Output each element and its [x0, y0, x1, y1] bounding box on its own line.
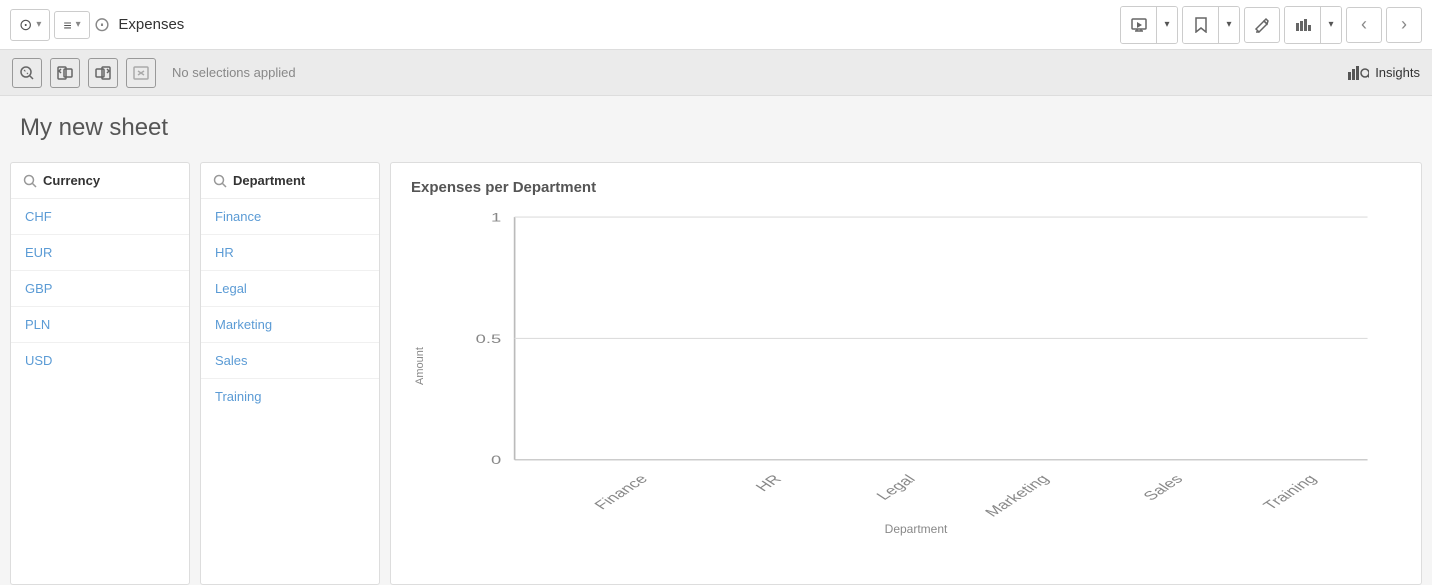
screen-chevron-button[interactable]: ▾	[1157, 7, 1177, 43]
app-title: ⊙ Expenses	[94, 12, 185, 37]
list-icon: ≡	[63, 17, 71, 33]
pencil-icon	[1254, 17, 1270, 33]
app-menu-button[interactable]: ⊙ ▾	[10, 9, 50, 41]
orbit-icon: ⊙	[19, 15, 32, 35]
back-selection-icon	[57, 66, 73, 80]
selection-tools: No selections applied	[12, 58, 296, 88]
smart-search-icon	[19, 65, 35, 81]
department-filter-label: Department	[233, 173, 305, 188]
app-name-label: Expenses	[118, 16, 184, 33]
chart-dropdown-icon: ▾	[1328, 19, 1333, 30]
toolbar-left: ⊙ ▾ ≡ ▾ ⊙ Expenses	[10, 9, 184, 41]
department-search-icon	[213, 174, 227, 188]
screen-icon	[1131, 18, 1147, 32]
svg-text:Legal: Legal	[873, 472, 919, 502]
insights-icon	[1347, 64, 1369, 82]
currency-filter-label: Currency	[43, 173, 100, 188]
chart-button[interactable]	[1285, 7, 1321, 43]
list-item[interactable]: Finance	[201, 199, 379, 235]
sheet-title: My new sheet	[20, 114, 1412, 142]
clear-selection-icon	[133, 66, 149, 80]
app-dots-icon: ⊙	[94, 12, 111, 37]
back-button[interactable]: ‹	[1346, 7, 1382, 43]
x-axis-label: Department	[885, 522, 948, 536]
svg-text:Sales: Sales	[1140, 472, 1187, 503]
back-selection-button[interactable]	[50, 58, 80, 88]
nav-list-button[interactable]: ≡ ▾	[54, 11, 89, 39]
currency-search-icon	[23, 174, 37, 188]
insights-button[interactable]: Insights	[1347, 64, 1420, 82]
forward-selection-button[interactable]	[88, 58, 118, 88]
currency-filter-header: Currency	[11, 163, 189, 199]
list-item[interactable]: Sales	[201, 343, 379, 379]
svg-text:0: 0	[491, 454, 502, 467]
screen-btn-group: ▾	[1120, 6, 1178, 44]
screen-button[interactable]	[1121, 7, 1157, 43]
department-filter-list: Finance HR Legal Marketing Sales Trainin…	[201, 199, 379, 414]
svg-text:0.5: 0.5	[476, 333, 502, 346]
list-item[interactable]: Legal	[201, 271, 379, 307]
no-selections-text: No selections applied	[172, 65, 296, 80]
nav-list-chevron: ▾	[76, 19, 81, 30]
chart-title: Expenses per Department	[411, 179, 1401, 196]
svg-text:Training: Training	[1260, 472, 1321, 512]
edit-button[interactable]	[1244, 7, 1280, 43]
list-item[interactable]: Marketing	[201, 307, 379, 343]
svg-text:1: 1	[491, 211, 501, 224]
svg-text:HR: HR	[753, 472, 786, 494]
screen-dropdown-icon: ▾	[1164, 19, 1169, 30]
list-item[interactable]: USD	[11, 343, 189, 378]
forward-button[interactable]: ›	[1386, 7, 1422, 43]
insights-label: Insights	[1375, 65, 1420, 80]
selection-bar: No selections applied Insights	[0, 50, 1432, 96]
bookmark-button[interactable]	[1183, 7, 1219, 43]
list-item[interactable]: CHF	[11, 199, 189, 235]
chart-panel: Expenses per Department Amount	[390, 162, 1422, 585]
list-item[interactable]: Training	[201, 379, 379, 414]
clear-selection-button[interactable]	[126, 58, 156, 88]
main-content: Currency CHF EUR GBP PLN USD Department …	[0, 152, 1432, 585]
y-axis-label: Amount	[411, 206, 429, 526]
chart-btn-group: ▾	[1284, 6, 1342, 44]
sheet-title-bar: My new sheet	[0, 96, 1432, 152]
toolbar-right: ▾ ▾	[1120, 6, 1422, 44]
svg-text:Marketing: Marketing	[982, 472, 1053, 519]
bookmark-icon	[1195, 17, 1207, 33]
bookmark-dropdown-icon: ▾	[1226, 19, 1231, 30]
svg-text:Finance: Finance	[591, 472, 651, 512]
chart-icon	[1295, 18, 1311, 32]
currency-filter-panel: Currency CHF EUR GBP PLN USD	[10, 162, 190, 585]
department-filter-panel: Department Finance HR Legal Marketing Sa…	[200, 162, 380, 585]
department-filter-header: Department	[201, 163, 379, 199]
list-item[interactable]: HR	[201, 235, 379, 271]
bookmark-chevron-button[interactable]: ▾	[1219, 7, 1239, 43]
forward-selection-icon	[95, 66, 111, 80]
top-toolbar: ⊙ ▾ ≡ ▾ ⊙ Expenses ▾	[0, 0, 1432, 50]
app-menu-chevron: ▾	[36, 19, 41, 30]
chart-svg: 1 0.5 0 Finance HR Legal Marketing Sales…	[431, 206, 1401, 526]
list-item[interactable]: GBP	[11, 271, 189, 307]
chart-chevron-button[interactable]: ▾	[1321, 7, 1341, 43]
list-item[interactable]: EUR	[11, 235, 189, 271]
list-item[interactable]: PLN	[11, 307, 189, 343]
currency-filter-list: CHF EUR GBP PLN USD	[11, 199, 189, 378]
smart-search-button[interactable]	[12, 58, 42, 88]
bookmark-btn-group: ▾	[1182, 6, 1240, 44]
